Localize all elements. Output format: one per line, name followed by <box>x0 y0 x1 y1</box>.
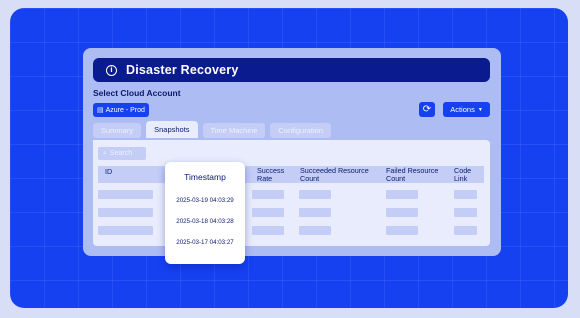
disaster-recovery-panel: i Disaster Recovery Select Cloud Account… <box>83 48 501 256</box>
succeeded-count-placeholder <box>299 190 331 199</box>
title-bar: i Disaster Recovery <box>93 58 490 82</box>
select-cloud-account-label: Select Cloud Account <box>93 88 181 98</box>
cloud-account-icon: ▤ <box>97 107 104 114</box>
column-succeeded-resource-count: Succeeded Resource Count <box>300 166 369 183</box>
timestamp-value: 2025-03-18 04:03:28 <box>176 218 234 225</box>
succeeded-count-placeholder <box>299 226 331 235</box>
search-input[interactable]: ⌕ Search <box>98 147 146 160</box>
cloud-account-selector[interactable]: ▤ Azure - Prod <box>93 103 149 117</box>
succeeded-count-placeholder <box>299 208 331 217</box>
refresh-button[interactable]: ⟳ <box>419 102 435 117</box>
failed-count-placeholder <box>386 190 418 199</box>
search-icon: ⌕ <box>103 149 107 157</box>
success-rate-placeholder <box>252 208 284 217</box>
table-header: ID Success Rate Succeeded Resource Count… <box>98 166 484 183</box>
timestamp-value: 2025-03-19 04:03:29 <box>176 197 234 204</box>
actions-label: Actions <box>450 105 475 114</box>
code-link-placeholder <box>454 226 477 235</box>
timestamp-value: 2025-03-17 04:03:27 <box>176 239 234 246</box>
search-placeholder: Search <box>109 150 133 157</box>
id-placeholder <box>98 208 153 217</box>
success-rate-placeholder <box>252 226 284 235</box>
id-placeholder <box>98 190 153 199</box>
tab-configuration[interactable]: Configuration <box>270 123 331 138</box>
tab-snapshots[interactable]: Snapshots <box>146 121 198 138</box>
column-code-link: Code Link <box>454 166 472 183</box>
column-success-rate: Success Rate <box>257 166 285 183</box>
tab-summary[interactable]: Summary <box>93 123 142 138</box>
column-id: ID <box>105 167 113 176</box>
info-icon[interactable]: i <box>106 64 117 76</box>
page-title: Disaster Recovery <box>126 63 239 77</box>
snapshots-content: ⌕ Search ID Success Rate Succeeded Resou… <box>93 140 490 246</box>
timestamp-column-popup: Timestamp 2025-03-19 04:03:29 2025-03-18… <box>165 162 245 264</box>
timestamp-header: Timestamp <box>184 172 226 182</box>
refresh-icon: ⟳ <box>422 104 432 115</box>
code-link-placeholder <box>454 190 477 199</box>
tab-time-machine[interactable]: Time Machine <box>202 123 266 138</box>
tab-bar: Summary Snapshots Time Machine Configura… <box>93 121 331 138</box>
id-placeholder <box>98 226 153 235</box>
column-failed-resource-count: Failed Resource Count <box>386 166 439 183</box>
failed-count-placeholder <box>386 226 418 235</box>
code-link-placeholder <box>454 208 477 217</box>
failed-count-placeholder <box>386 208 418 217</box>
chevron-down-icon: ▼ <box>477 106 483 113</box>
cloud-account-value: Azure - Prod <box>105 106 145 114</box>
actions-button[interactable]: Actions ▼ <box>443 102 490 117</box>
success-rate-placeholder <box>252 190 284 199</box>
